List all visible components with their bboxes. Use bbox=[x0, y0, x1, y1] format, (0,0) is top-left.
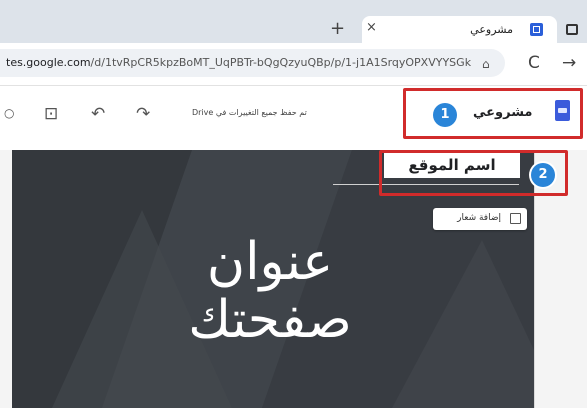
page-title-line-2: صفحتك bbox=[188, 290, 352, 350]
redo-icon[interactable]: ↷ bbox=[136, 104, 150, 124]
page-title-line-1: عنوان bbox=[206, 232, 334, 292]
url-text: tes.google.com/d/1tvRpCR5kpzBoMT_UqPBTr-… bbox=[6, 56, 472, 69]
google-sites-logo-icon bbox=[555, 100, 570, 121]
sites-favicon-icon bbox=[530, 23, 543, 36]
save-status: تم حفظ جميع التغييرات في Drive bbox=[192, 108, 307, 117]
step-badge-1: 1 bbox=[433, 103, 457, 127]
step-badge-2: 2 bbox=[531, 163, 555, 187]
url-host: tes.google.com bbox=[6, 56, 91, 69]
window-menu-icon[interactable] bbox=[566, 24, 578, 35]
browser-toolbar: tes.google.com/d/1tvRpCR5kpzBoMT_UqPBTr-… bbox=[0, 43, 587, 86]
browser-tab[interactable]: × مشروعي bbox=[362, 16, 557, 43]
reload-icon[interactable]: C bbox=[528, 53, 540, 73]
address-bar[interactable]: tes.google.com/d/1tvRpCR5kpzBoMT_UqPBTr-… bbox=[0, 49, 505, 77]
site-name[interactable]: مشروعي bbox=[473, 105, 532, 120]
forward-icon[interactable]: → bbox=[562, 53, 576, 73]
new-tab-button[interactable]: + bbox=[330, 20, 345, 38]
undo-icon[interactable]: ↶ bbox=[91, 104, 105, 124]
bookmark-icon[interactable]: ⌂ bbox=[482, 57, 490, 71]
browser-tab-strip: + × مشروعي bbox=[0, 0, 587, 43]
page-title[interactable]: عنوان صفحتك bbox=[100, 233, 440, 349]
tab-title: مشروعي bbox=[470, 23, 513, 36]
add-logo-label: إضافة شعار bbox=[457, 213, 501, 223]
image-icon bbox=[510, 213, 521, 224]
add-logo-button[interactable]: إضافة شعار bbox=[433, 208, 527, 230]
tab-close-icon[interactable]: × bbox=[366, 20, 377, 35]
editor-header: ○ ⊡ ↶ ↷ تم حفظ جميع التغييرات في Drive م… bbox=[0, 86, 587, 150]
menu-partial-icon[interactable]: ○ bbox=[4, 106, 14, 120]
preview-icon[interactable]: ⊡ bbox=[44, 104, 58, 124]
url-path: /d/1tvRpCR5kpzBoMT_UqPBTr-bQgQzyuQBp/p/1… bbox=[90, 56, 472, 69]
left-rail bbox=[0, 150, 12, 408]
